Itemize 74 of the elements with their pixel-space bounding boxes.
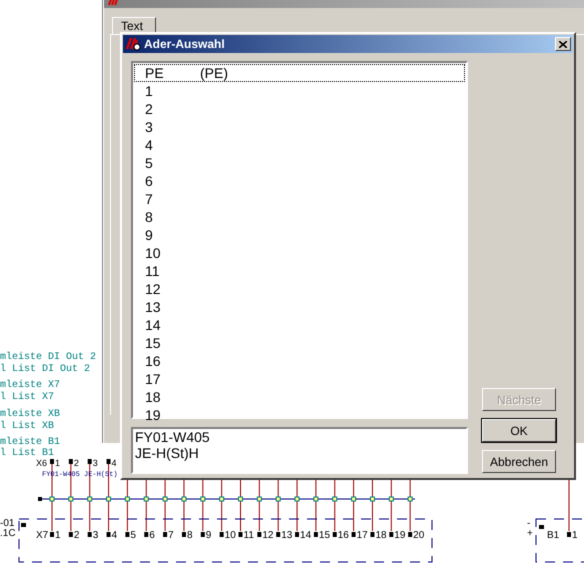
list-item[interactable]: 5 bbox=[134, 154, 465, 172]
terminal-number: 20 bbox=[413, 530, 424, 541]
list-item[interactable]: 15 bbox=[134, 334, 465, 352]
terminal-number: 11 bbox=[244, 530, 254, 541]
tab[interactable]: Text bbox=[112, 17, 156, 34]
list-item[interactable]: 14 bbox=[134, 316, 465, 334]
device-outline bbox=[536, 518, 584, 562]
terminal-number: 2 bbox=[74, 458, 79, 468]
terminal-number: 19 bbox=[394, 530, 406, 541]
list-item[interactable]: 13 bbox=[134, 298, 465, 316]
marker-icon bbox=[21, 523, 26, 527]
marker-icon bbox=[539, 525, 544, 529]
list-item[interactable]: 8 bbox=[134, 208, 465, 226]
list-item[interactable]: 16 bbox=[134, 352, 465, 370]
schematic-label: l List B1 bbox=[0, 448, 54, 459]
polarity-sign: + bbox=[527, 528, 533, 539]
terminal-number: 1 bbox=[55, 530, 61, 541]
list-item[interactable]: 11 bbox=[134, 262, 465, 280]
polarity-sign: - bbox=[527, 518, 530, 529]
terminal-number: 5 bbox=[130, 530, 136, 541]
close-button[interactable] bbox=[555, 37, 571, 51]
list-item[interactable]: 3 bbox=[134, 118, 465, 136]
list-item[interactable]: 1 bbox=[134, 82, 465, 100]
terminal-number: 15 bbox=[318, 530, 330, 541]
wire-list[interactable]: PE (PE) 1 2 3 4 5 6 7 8 9 10 11 12 13 14 15 16 17 18 19 bbox=[131, 61, 468, 419]
list-item[interactable]: 18 bbox=[134, 388, 465, 406]
terminal-number: 18 bbox=[375, 530, 387, 541]
schematic-label: l List DI Out 2 bbox=[0, 364, 90, 375]
terminal-number: 13 bbox=[281, 530, 292, 541]
terminal-number: 14 bbox=[300, 530, 312, 541]
schematic-label: l List XB bbox=[0, 421, 54, 432]
schematic-label: mleiste DI Out 2 bbox=[0, 352, 96, 363]
close-icon bbox=[559, 40, 567, 48]
schematic-label: mleiste X7 bbox=[0, 380, 60, 391]
schematic-label: mleiste XB bbox=[0, 409, 60, 420]
terminal-number: 16 bbox=[338, 530, 349, 541]
terminal-number: 2 bbox=[74, 530, 80, 541]
terminal-number: 9 bbox=[206, 530, 212, 541]
list-item[interactable]: 12 bbox=[134, 280, 465, 298]
device-label: B1 bbox=[547, 530, 560, 541]
terminal-number: 3 bbox=[92, 458, 98, 468]
wire-line bbox=[568, 478, 570, 532]
terminal-number: 8 bbox=[186, 530, 192, 541]
terminal-number: 6 bbox=[149, 530, 155, 541]
list-item[interactable]: 4 bbox=[134, 136, 465, 154]
terminal-number: 1 bbox=[572, 530, 578, 541]
terminal-number: 1 bbox=[55, 458, 60, 468]
terminal-icon bbox=[567, 532, 571, 537]
terminal-number: 4 bbox=[112, 458, 117, 468]
list-item[interactable]: PE (PE) bbox=[134, 64, 465, 82]
list-item[interactable]: 2 bbox=[134, 100, 465, 118]
terminal-number: 12 bbox=[262, 530, 274, 541]
list-item[interactable]: 7 bbox=[134, 190, 465, 208]
terminal-number: 17 bbox=[356, 530, 368, 541]
list-item[interactable]: 17 bbox=[134, 370, 465, 388]
schematic-label: mleiste B1 bbox=[0, 437, 60, 448]
terminal-number: 3 bbox=[92, 530, 98, 541]
list-item[interactable]: 9 bbox=[134, 226, 465, 244]
terminal-number: 7 bbox=[168, 530, 174, 541]
dialog-title: Ader-Auswahl bbox=[144, 37, 226, 51]
cable-info-text: JE-H(St)H bbox=[135, 445, 200, 461]
list-item[interactable]: 10 bbox=[134, 244, 465, 262]
terminal-strip-label: X7 bbox=[36, 530, 48, 541]
dialog-button[interactable]: OK bbox=[482, 419, 556, 442]
app-icon bbox=[125, 37, 141, 51]
terminal-number: 10 bbox=[224, 530, 236, 541]
terminal-strip-label: X6 bbox=[36, 458, 48, 468]
schematic-label: l List X7 bbox=[0, 392, 54, 403]
cable-info-text: FY01-W405 bbox=[135, 429, 211, 445]
device-tag: -01 bbox=[0, 518, 14, 529]
dialog-button[interactable]: Abbrechen bbox=[482, 450, 556, 473]
list-item[interactable]: 6 bbox=[134, 172, 465, 190]
terminal-number: 4 bbox=[112, 530, 118, 541]
device-tag: .1C bbox=[0, 528, 16, 539]
